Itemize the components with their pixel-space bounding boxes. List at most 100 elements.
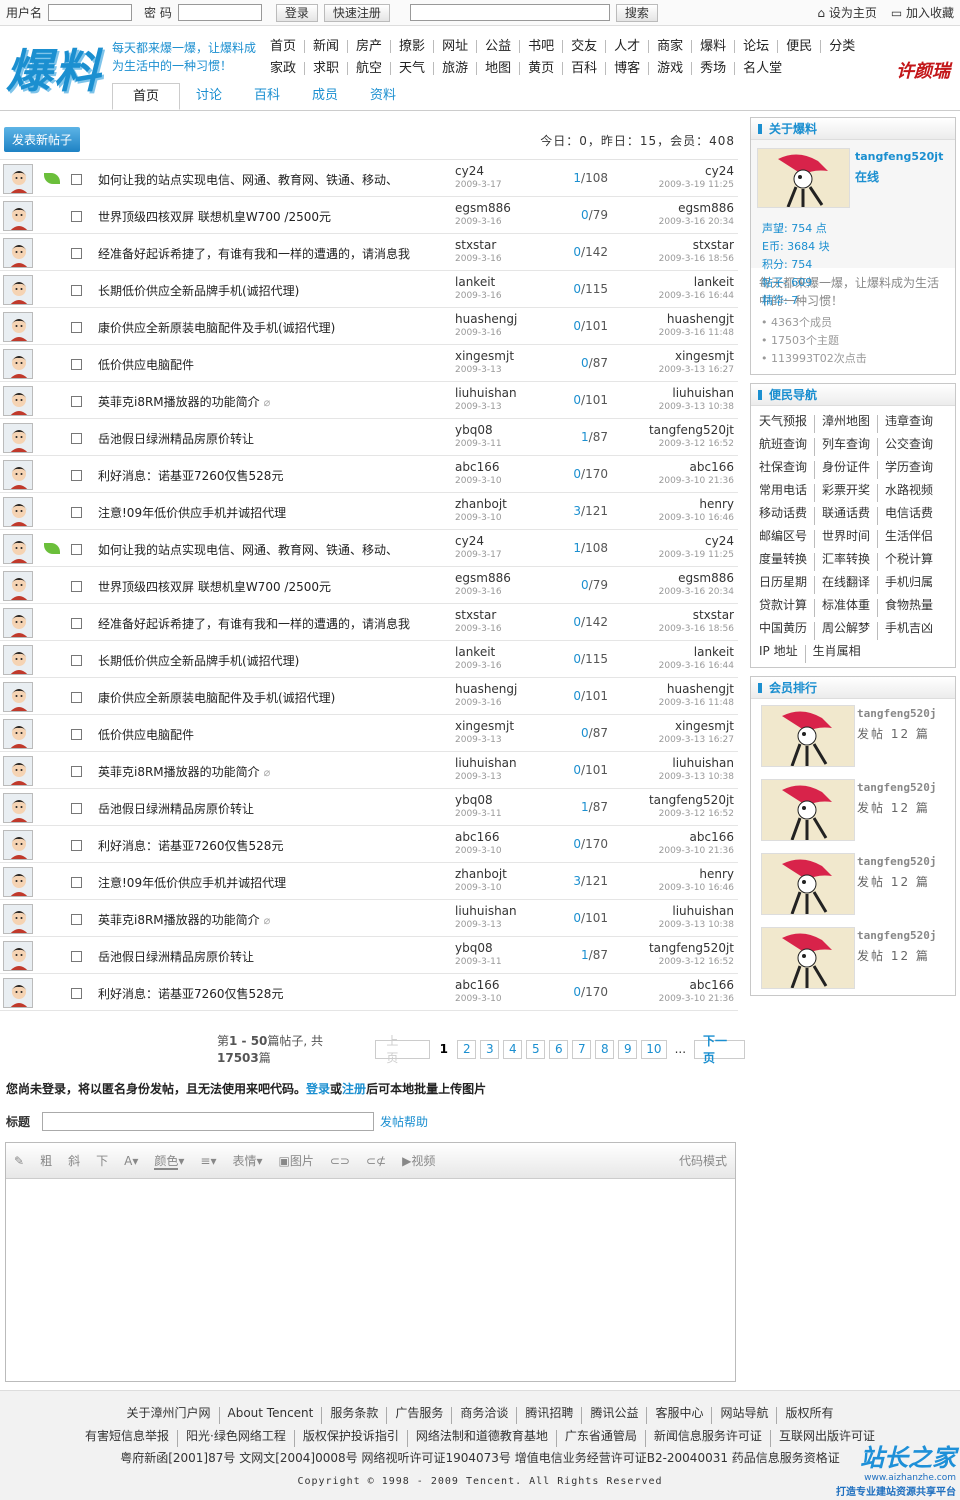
- thread-title-text[interactable]: 世界顶级四核双屏 联想机皇W700 /2500元: [98, 210, 331, 224]
- avatar-icon[interactable]: [3, 830, 33, 860]
- footer-link[interactable]: 有害短信息举报: [77, 1430, 179, 1447]
- thread-title-text[interactable]: 英菲克i8RM播放器的功能简介: [98, 765, 260, 779]
- last-poster[interactable]: cy24: [705, 534, 734, 548]
- thread-title[interactable]: 注意!09年低价供应手机并诚招代理: [98, 504, 286, 521]
- thread-checkbox[interactable]: [71, 914, 82, 925]
- avatar-icon[interactable]: [3, 867, 33, 897]
- page-3-button[interactable]: 3: [480, 1039, 500, 1059]
- thread-checkbox[interactable]: [71, 618, 82, 629]
- thread-author[interactable]: egsm886: [455, 201, 511, 215]
- convenience-nav-link[interactable]: 手机吉凶: [878, 622, 940, 640]
- thread-title[interactable]: 长期低价供应全新品牌手机(诚招代理): [98, 282, 299, 299]
- convenience-nav-link[interactable]: 日历星期: [757, 576, 816, 594]
- last-poster[interactable]: tangfeng520jt: [649, 423, 734, 437]
- footer-link[interactable]: 客服中心: [647, 1407, 713, 1424]
- nav-item[interactable]: 名人堂: [735, 62, 790, 75]
- thread-author[interactable]: ybq08: [455, 941, 493, 955]
- thread-title[interactable]: 如何让我的站点实现电信、网通、教育网、铁通、移动、: [98, 171, 398, 188]
- underline-button[interactable]: 下: [96, 1152, 108, 1169]
- avatar-icon[interactable]: [3, 423, 33, 453]
- unlink-icon[interactable]: ⊂⊄: [366, 1154, 386, 1168]
- thread-author[interactable]: stxstar: [455, 608, 496, 622]
- thread-checkbox[interactable]: [71, 507, 82, 518]
- thread-author[interactable]: zhanbojt: [455, 867, 507, 881]
- nav-item[interactable]: 人才: [606, 39, 650, 53]
- thread-checkbox[interactable]: [71, 174, 82, 185]
- last-poster[interactable]: egsm886: [678, 201, 734, 215]
- footer-link[interactable]: 服务条款: [322, 1407, 388, 1424]
- thread-author[interactable]: stxstar: [455, 238, 496, 252]
- avatar-icon[interactable]: [3, 682, 33, 712]
- last-poster[interactable]: tangfeng520jt: [649, 793, 734, 807]
- footer-link[interactable]: 腾讯公益: [582, 1407, 648, 1424]
- member-avatar[interactable]: [761, 779, 855, 841]
- profile-avatar[interactable]: [757, 148, 850, 208]
- thread-author[interactable]: ybq08: [455, 423, 493, 437]
- thread-checkbox[interactable]: [71, 840, 82, 851]
- convenience-nav-link[interactable]: 彩票开奖: [815, 484, 879, 502]
- member-avatar[interactable]: [761, 927, 855, 989]
- convenience-nav-link[interactable]: 公交查询: [878, 438, 940, 456]
- nav-item[interactable]: 天气: [391, 61, 435, 75]
- last-poster[interactable]: xingesmjt: [675, 719, 734, 733]
- emoji-button[interactable]: 表情▾: [232, 1152, 262, 1169]
- thread-author[interactable]: liuhuishan: [455, 756, 517, 770]
- thread-title-text[interactable]: 康价供应全新原装电脑配件及手机(诚招代理): [98, 691, 335, 705]
- thread-title-text[interactable]: 岳池假日绿洲精品房原价转让: [98, 432, 254, 446]
- thread-title[interactable]: 经准备好起诉希捷了，有谁有我和一样的遭遇的，请消息我: [98, 245, 410, 262]
- convenience-nav-link[interactable]: 个税计算: [878, 553, 940, 571]
- thread-author[interactable]: abc166: [455, 460, 499, 474]
- convenience-nav-link[interactable]: 漳州地图: [815, 415, 879, 433]
- nav-item[interactable]: 秀场: [692, 61, 736, 75]
- member-name[interactable]: tangfeng520j: [857, 855, 936, 868]
- thread-checkbox[interactable]: [71, 544, 82, 555]
- thread-author[interactable]: cy24: [455, 164, 484, 178]
- thread-title-text[interactable]: 低价供应电脑配件: [98, 728, 194, 742]
- thread-title[interactable]: 康价供应全新原装电脑配件及手机(诚招代理): [98, 689, 335, 706]
- page-5-button[interactable]: 5: [526, 1039, 546, 1059]
- member-name[interactable]: tangfeng520j: [857, 781, 936, 794]
- thread-title-text[interactable]: 英菲克i8RM播放器的功能简介: [98, 395, 260, 409]
- thread-author[interactable]: egsm886: [455, 571, 511, 585]
- last-poster[interactable]: abc166: [690, 978, 734, 992]
- thread-checkbox[interactable]: [71, 692, 82, 703]
- thread-checkbox[interactable]: [71, 951, 82, 962]
- thread-checkbox[interactable]: [71, 988, 82, 999]
- last-poster[interactable]: liuhuishan: [672, 904, 734, 918]
- prev-page-button[interactable]: 上一页: [375, 1034, 431, 1065]
- thread-checkbox[interactable]: [71, 396, 82, 407]
- thread-title[interactable]: 英菲克i8RM播放器的功能简介 ⌀: [98, 911, 270, 928]
- tab-1[interactable]: 讨论: [180, 83, 238, 110]
- avatar-icon[interactable]: [3, 608, 33, 638]
- footer-link[interactable]: About Tencent: [220, 1407, 323, 1424]
- nav-item[interactable]: 房产: [348, 39, 392, 53]
- thread-title[interactable]: 长期低价供应全新品牌手机(诚招代理): [98, 652, 299, 669]
- convenience-nav-link[interactable]: 生肖属相: [806, 645, 868, 663]
- link-icon[interactable]: ⊂⊃: [330, 1154, 350, 1168]
- nav-item[interactable]: 求职: [305, 61, 349, 75]
- nav-item[interactable]: 公益: [477, 39, 521, 53]
- last-poster[interactable]: tangfeng520jt: [649, 941, 734, 955]
- thread-author[interactable]: abc166: [455, 978, 499, 992]
- thread-title-text[interactable]: 如何让我的站点实现电信、网通、教育网、铁通、移动、: [98, 173, 398, 187]
- thread-title[interactable]: 注意!09年低价供应手机并诚招代理: [98, 874, 286, 891]
- avatar-icon[interactable]: [3, 534, 33, 564]
- footer-link[interactable]: 新闻信息服务许可证: [646, 1430, 771, 1447]
- thread-checkbox[interactable]: [71, 322, 82, 333]
- nav-item[interactable]: 撩影: [391, 39, 435, 53]
- last-poster[interactable]: huashengjt: [667, 312, 734, 326]
- avatar-icon[interactable]: [3, 238, 33, 268]
- thread-title[interactable]: 英菲克i8RM播放器的功能简介 ⌀: [98, 763, 270, 780]
- convenience-nav-link[interactable]: 手机归属: [878, 576, 940, 594]
- convenience-nav-link[interactable]: 学历查询: [878, 461, 940, 479]
- avatar-icon[interactable]: [3, 275, 33, 305]
- nav-item[interactable]: 首页: [262, 39, 306, 53]
- avatar-icon[interactable]: [3, 497, 33, 527]
- avatar-icon[interactable]: [3, 941, 33, 971]
- thread-title[interactable]: 英菲克i8RM播放器的功能简介 ⌀: [98, 393, 270, 410]
- site-logo[interactable]: 爆料: [6, 35, 102, 101]
- thread-title[interactable]: 世界顶级四核双屏 联想机皇W700 /2500元: [98, 208, 331, 225]
- search-button[interactable]: 搜索: [615, 3, 658, 22]
- password-input[interactable]: [177, 4, 262, 21]
- page-4-button[interactable]: 4: [503, 1039, 523, 1059]
